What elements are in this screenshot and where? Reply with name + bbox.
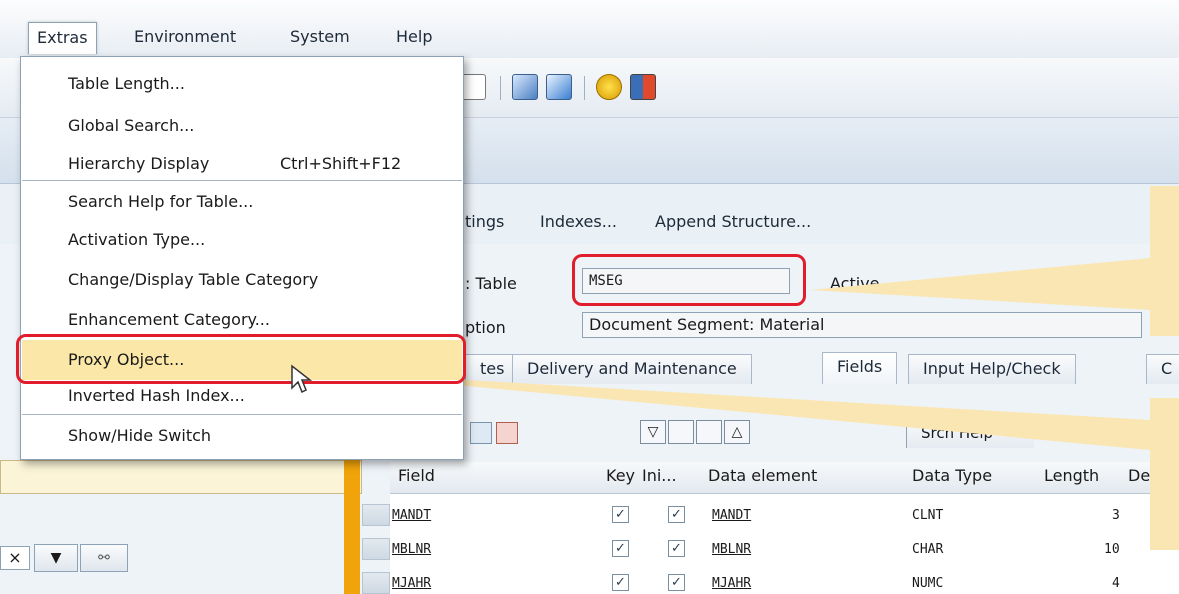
glasses-icon[interactable]: ⚯ (80, 544, 128, 572)
initial-checkbox[interactable]: ✓ (668, 540, 685, 557)
layout-icon[interactable] (512, 74, 538, 100)
menu-item-hierarchy-display[interactable]: Hierarchy Display (68, 154, 209, 173)
menu-item-global-search[interactable]: Global Search... (68, 116, 194, 135)
row-selector[interactable] (362, 504, 390, 526)
dropdown-arrow-icon[interactable]: ▼ (34, 544, 78, 572)
menu-separator (22, 180, 462, 181)
table-row-data-type: NUMC (912, 576, 944, 591)
table-row-length: 4 (1112, 576, 1120, 591)
table-row-data-type: CHAR (912, 542, 944, 557)
menubar: Extras Environment System Help (0, 0, 1179, 58)
menu-item-enhancement-category[interactable]: Enhancement Category... (68, 310, 270, 329)
key-checkbox[interactable]: ✓ (612, 540, 629, 557)
table-row-length: 3 (1112, 508, 1120, 523)
menu-item-table-length[interactable]: Table Length... (68, 74, 185, 93)
menu-item-activation-type[interactable]: Activation Type... (68, 230, 205, 249)
menu-extras[interactable]: Extras (28, 22, 97, 54)
customize-icon[interactable] (546, 74, 572, 100)
table-row-field[interactable]: MBLNR (392, 542, 431, 557)
menu-item-table-category[interactable]: Change/Display Table Category (68, 270, 318, 289)
menu-item-search-help[interactable]: Search Help for Table... (68, 192, 253, 211)
menu-item-inverted-hash-index[interactable]: Inverted Hash Index... (68, 386, 245, 405)
table-row-data-element[interactable]: MBLNR (712, 542, 751, 557)
table-row-data-element[interactable]: MJAHR (712, 576, 751, 591)
menu-item-show-hide-switch[interactable]: Show/Hide Switch (68, 426, 211, 445)
help-icon[interactable] (596, 74, 622, 100)
toolbar-separator (500, 76, 501, 100)
table-row-data-element[interactable]: MANDT (712, 508, 751, 523)
menu-help[interactable]: Help (388, 22, 440, 54)
key-checkbox[interactable]: ✓ (612, 574, 629, 591)
table-row-field[interactable]: MJAHR (392, 576, 431, 591)
menu-separator (22, 414, 462, 415)
settings-icon[interactable] (630, 74, 656, 100)
initial-checkbox[interactable]: ✓ (668, 574, 685, 591)
table-row-data-type: CLNT (912, 508, 944, 523)
row-selector[interactable] (362, 572, 390, 594)
toolbar-separator (584, 76, 585, 100)
table-row-length: 10 (1104, 542, 1120, 557)
key-checkbox[interactable]: ✓ (612, 506, 629, 523)
menu-system[interactable]: System (282, 22, 358, 54)
technical-settings-button[interactable]: tings (465, 212, 504, 231)
table-name-highlight (572, 254, 806, 306)
row-selector[interactable] (362, 538, 390, 560)
proxy-object-highlight (16, 334, 466, 384)
table-row-field[interactable]: MANDT (392, 508, 431, 523)
menu-environment[interactable]: Environment (126, 22, 244, 54)
close-icon[interactable]: × (0, 546, 30, 570)
mouse-cursor-icon (291, 364, 312, 394)
initial-checkbox[interactable]: ✓ (668, 506, 685, 523)
indexes-button[interactable]: Indexes... (540, 212, 617, 231)
append-structure-button[interactable]: Append Structure... (655, 212, 811, 231)
table-label: : Table (465, 274, 517, 293)
menu-item-shortcut: Ctrl+Shift+F12 (280, 154, 402, 173)
